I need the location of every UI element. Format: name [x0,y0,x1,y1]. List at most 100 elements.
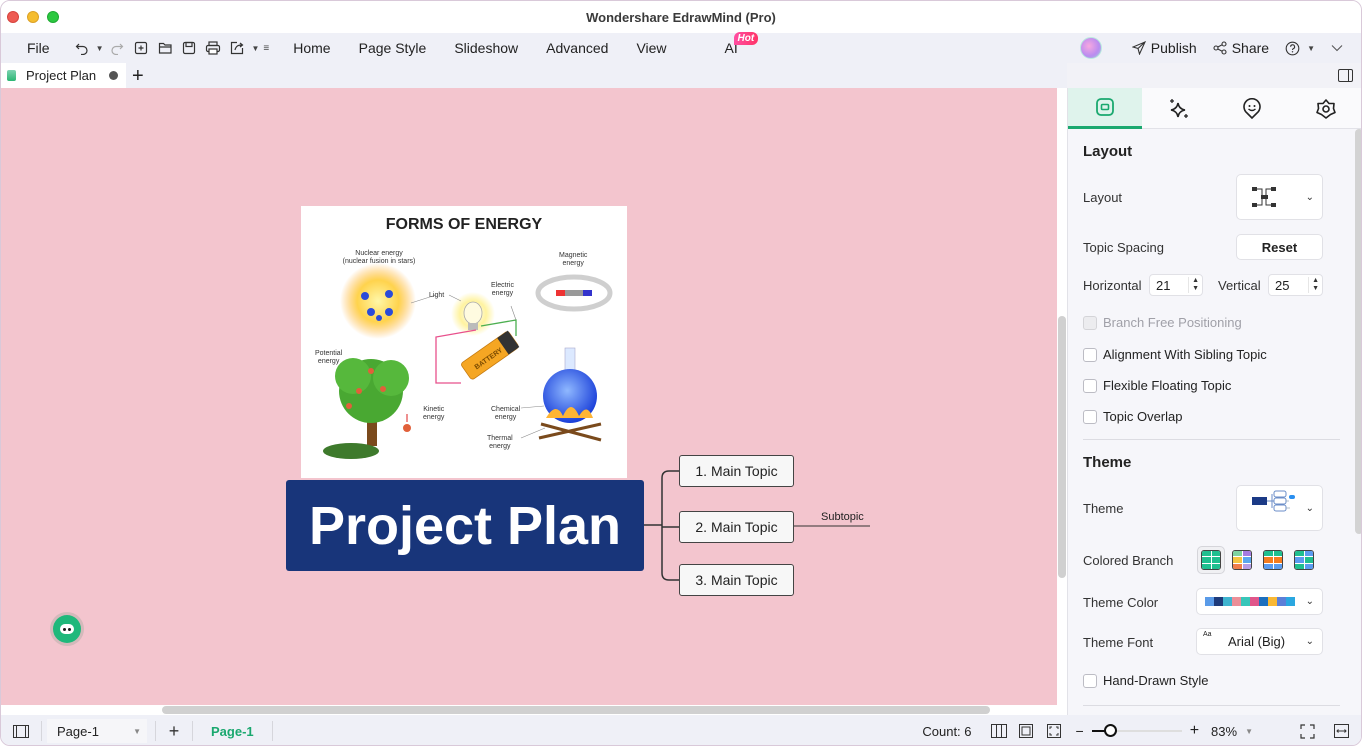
theme-color-swatch [1214,597,1223,606]
label-light: Light [429,292,445,299]
fit-screen-button[interactable] [1040,724,1068,738]
font-aa-icon: Aa [1203,631,1212,638]
canvas-vertical-scroll-thumb[interactable] [1058,316,1066,578]
panel-tab-style[interactable] [1289,88,1361,129]
theme-selector[interactable]: ⌄ [1236,485,1323,531]
alignment-sibling-checkbox[interactable]: Alignment With Sibling Topic [1083,347,1267,362]
checkbox-box[interactable] [1083,315,1097,330]
horizontal-spacing-input[interactable]: 21 ▲ ▼ [1149,274,1203,296]
vertical-spacing-input[interactable]: 25 ▲ ▼ [1268,274,1323,296]
menu-ai[interactable]: AI Hot [711,32,759,56]
main-topic-3[interactable]: 3. Main Topic [679,564,794,596]
export-dropdown-icon[interactable]: ▼ [251,44,259,53]
vertical-stepper-icon[interactable]: ▲ ▼ [1308,277,1319,293]
checkbox-box[interactable] [1083,378,1097,393]
colored-branch-option-2[interactable] [1232,550,1252,570]
save-icon[interactable] [177,36,201,60]
main-topic-1[interactable]: 1. Main Topic [679,455,794,487]
document-tab-label: Project Plan [26,68,97,83]
panel-tab-layout[interactable] [1068,88,1142,129]
checkbox-box[interactable] [1083,347,1097,362]
menu-page-style[interactable]: Page Style [345,40,441,56]
checkbox-box[interactable] [1083,409,1097,424]
theme-section-title: Theme [1083,454,1132,471]
mindmap-file-icon [7,70,16,81]
branch-free-positioning-checkbox[interactable]: Branch Free Positioning [1083,315,1242,330]
theme-color-swatch [1232,597,1241,606]
horizontal-stepper-icon[interactable]: ▲ ▼ [1188,277,1199,293]
menu-slideshow[interactable]: Slideshow [440,40,532,56]
theme-color-swatch [1277,597,1286,606]
user-avatar[interactable] [1079,37,1102,59]
topic-count: Count: 6 [922,723,972,739]
colored-branch-option-4[interactable] [1294,550,1314,570]
colored-branch-option-1[interactable] [1201,550,1221,570]
zoom-slider[interactable] [1091,724,1182,737]
theme-color-swatch [1241,597,1250,606]
topic-overlap-checkbox[interactable]: Topic Overlap [1083,409,1182,424]
publish-icon [1131,41,1146,55]
toggle-outline-button[interactable] [1,724,41,738]
new-file-icon[interactable] [129,36,153,60]
reset-spacing-button[interactable]: Reset [1236,234,1323,260]
unsaved-indicator-icon[interactable] [109,71,118,80]
redo-icon[interactable] [105,36,129,60]
page-selector[interactable]: Page-1 ▼ [47,719,147,743]
help-button[interactable]: ▼ [1285,41,1317,56]
zoom-out-button[interactable]: − [1076,723,1084,739]
close-window-button[interactable] [7,11,19,23]
fit-page-button[interactable] [1012,724,1040,738]
menu-right-group: Publish Share ▼ [1079,33,1361,63]
fullscreen-button[interactable] [1295,723,1319,739]
layout-selector[interactable]: ⌄ [1236,174,1323,220]
fit-width-button[interactable] [1329,724,1353,738]
panel-tab-ai[interactable] [1142,88,1216,129]
minimize-window-button[interactable] [27,11,39,23]
checkbox-box[interactable] [1083,673,1097,688]
panel-tab-icons[interactable] [1216,88,1290,129]
zoom-level[interactable]: 83% [1211,724,1237,739]
panel-scrollbar[interactable] [1355,129,1361,534]
ai-assistant-button[interactable] [53,615,81,643]
undo-icon[interactable] [70,36,94,60]
checkbox-label: Hand-Drawn Style [1103,673,1209,688]
menu-view[interactable]: View [622,40,680,56]
add-tab-button[interactable]: + [132,66,144,86]
undo-dropdown-icon[interactable]: ▼ [96,44,104,53]
window-title: Wondershare EdrawMind (Pro) [586,9,776,25]
flexible-floating-checkbox[interactable]: Flexible Floating Topic [1083,378,1231,393]
document-tab[interactable]: Project Plan [1,63,126,88]
zoom-in-button[interactable]: + [1190,722,1199,740]
publish-button[interactable]: Publish [1131,40,1197,56]
theme-color-selector[interactable]: ⌄ [1196,588,1323,615]
menu-file[interactable]: File [13,40,64,56]
zoom-level-dropdown-icon[interactable]: ▼ [1245,727,1253,736]
menu-home[interactable]: Home [279,40,344,56]
share-button[interactable]: Share [1213,40,1269,56]
menu-advanced[interactable]: Advanced [532,40,622,56]
mindmap-canvas[interactable]: FORMS OF ENERGY BATTERY Nuclear energy (… [1,88,1057,705]
layout-structure-icon [1252,187,1276,207]
subtopic[interactable]: Subtopic [821,511,864,523]
colored-branch-option-3[interactable] [1263,550,1283,570]
toggle-side-panel-icon[interactable] [1338,69,1353,82]
export-icon[interactable] [225,36,249,60]
help-icon [1285,41,1300,55]
canvas-horizontal-scroll-thumb[interactable] [162,706,990,714]
add-page-button[interactable]: + [156,721,192,742]
more-tools-icon[interactable]: ≡ [263,43,269,54]
theme-font-dropdown-chevron-icon: ⌄ [1305,636,1314,647]
forms-of-energy-image[interactable]: FORMS OF ENERGY BATTERY Nuclear energy (… [301,206,627,478]
page-tab-active[interactable]: Page-1 [193,724,272,739]
collapse-ribbon-button[interactable] [1331,44,1343,52]
print-icon[interactable] [201,36,225,60]
section-divider [1083,705,1340,706]
main-topic-2[interactable]: 2. Main Topic [679,511,794,543]
maximize-window-button[interactable] [47,11,59,23]
hand-drawn-style-checkbox[interactable]: Hand-Drawn Style [1083,673,1209,688]
theme-font-selector[interactable]: Aa Arial (Big) ⌄ [1196,628,1323,655]
open-folder-icon[interactable] [153,36,177,60]
book-view-button[interactable] [986,724,1012,738]
zoom-slider-handle[interactable] [1103,724,1117,737]
central-topic[interactable]: Project Plan [286,480,644,571]
